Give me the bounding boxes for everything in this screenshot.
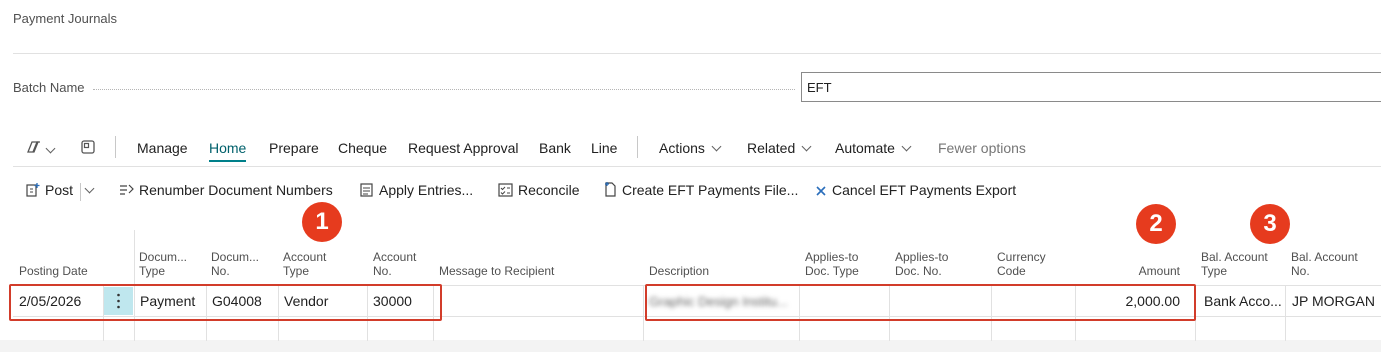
col-currency-code[interactable]: Currency Code [997,250,1046,278]
highlight-box-account [9,284,442,321]
col-applies-to-doc-no[interactable]: Applies-to Doc. No. [895,250,948,278]
apply-entries-label: Apply Entries... [379,182,474,198]
related-menu[interactable]: Related [747,140,812,156]
tab-manage[interactable]: Manage [137,140,188,156]
col-document-no[interactable]: Docum... No. [211,250,259,278]
separator [637,136,638,158]
cancel-eft-export-button[interactable]: Cancel EFT Payments Export [815,182,1016,198]
col-document-no-line1: Docum... [211,250,260,264]
tab-home[interactable]: Home [209,140,247,162]
open-page-button[interactable] [80,139,96,158]
action-bar: Manage Home Prepare Cheque Request Appro… [0,136,1381,162]
toolbar: Post Renumber Document Numbers Apply Ent… [0,178,1381,204]
col-currency-code-line2: Code [997,264,1026,278]
highlight-box-amount [645,284,1196,321]
open-in-new-window-icon [81,140,95,154]
related-label: Related [747,140,796,156]
col-document-no-line2: No. [211,264,230,278]
col-account-type-line2: Type [283,264,310,278]
create-eft-file-button[interactable]: Create EFT Payments File... [604,182,798,198]
field-dots [93,89,795,90]
copilot-menu-button[interactable] [25,139,56,158]
actions-menu[interactable]: Actions [659,140,722,156]
batch-name-field[interactable]: EFT [801,72,1381,102]
tab-request-approval[interactable]: Request Approval [408,140,519,156]
copilot-icon [27,141,40,153]
post-label: Post [45,182,74,198]
renumber-icon [120,184,134,195]
bal-account-no-cell[interactable]: JP MORGAN [1292,293,1375,309]
col-document-type-line2: Type [139,264,166,278]
renumber-label: Renumber Document Numbers [139,182,333,198]
tab-bank[interactable]: Bank [539,140,571,156]
post-button[interactable]: Post [26,182,73,198]
col-document-type-line1: Docum... [139,250,188,264]
col-bal-account-no-line2: No. [1291,264,1310,278]
automate-menu[interactable]: Automate [835,140,912,156]
col-applies-to-doc-type-line1: Applies-to [805,250,859,264]
tab-cheque[interactable]: Cheque [338,140,387,156]
col-account-type[interactable]: Account Type [283,250,326,278]
callout-badge-3: 3 [1250,204,1290,244]
apply-entries-button[interactable]: Apply Entries... [360,182,473,198]
cancel-eft-export-label: Cancel EFT Payments Export [832,182,1017,198]
reconcile-icon [498,183,513,197]
divider [13,166,1381,167]
post-dropdown-button[interactable] [84,182,95,198]
col-bal-account-type-line2: Type [1201,264,1228,278]
tab-line[interactable]: Line [591,140,617,156]
new-document-icon [605,182,616,197]
divider [13,53,1381,54]
reconcile-label: Reconcile [518,182,580,198]
col-bal-account-type[interactable]: Bal. Account Type [1201,250,1268,278]
automate-label: Automate [835,140,895,156]
renumber-button[interactable]: Renumber Document Numbers [119,182,333,198]
chevron-down-icon [801,141,812,152]
callout-badge-1: 1 [302,202,342,242]
col-applies-to-doc-no-line1: Applies-to [895,250,949,264]
col-bal-account-type-line1: Bal. Account [1201,250,1268,264]
col-bal-account-no[interactable]: Bal. Account No. [1291,250,1358,278]
chevron-down-icon [901,141,912,152]
fewer-options-button[interactable]: Fewer options [938,140,1026,156]
column-divider [643,285,644,341]
column-divider [1285,285,1286,341]
col-document-type[interactable]: Docum... Type [139,250,187,278]
col-account-no-line1: Account [373,250,417,264]
grid-footer [0,340,1381,352]
separator [80,183,81,201]
chevron-down-icon [45,143,56,154]
col-applies-to-doc-no-line2: Doc. No. [895,264,942,278]
col-applies-to-doc-type[interactable]: Applies-to Doc. Type [805,250,859,278]
close-icon [816,186,826,196]
col-account-no-line2: No. [373,264,392,278]
separator [115,136,116,158]
page-title: Payment Journals [13,11,118,26]
chevron-down-icon [711,141,722,152]
tab-prepare[interactable]: Prepare [269,140,319,156]
column-divider [134,230,135,286]
chevron-down-icon [84,183,95,194]
reconcile-button[interactable]: Reconcile [498,182,579,198]
create-eft-file-label: Create EFT Payments File... [622,182,799,198]
col-posting-date[interactable]: Posting Date [19,264,88,278]
bal-account-type-cell[interactable]: Bank Acco... [1204,293,1282,309]
callout-badge-2: 2 [1136,204,1176,244]
post-icon [26,183,40,197]
col-amount[interactable]: Amount [1100,264,1180,278]
col-account-no[interactable]: Account No. [373,250,416,278]
col-currency-code-line1: Currency [997,250,1046,264]
batch-name-label: Batch Name [13,80,85,95]
col-account-type-line1: Account [283,250,327,264]
col-applies-to-doc-type-line2: Doc. Type [805,264,859,278]
col-bal-account-no-line1: Bal. Account [1291,250,1358,264]
actions-label: Actions [659,140,705,156]
col-description[interactable]: Description [649,264,709,278]
col-message-to-recipient[interactable]: Message to Recipient [439,264,554,278]
apply-entries-icon [360,183,373,197]
